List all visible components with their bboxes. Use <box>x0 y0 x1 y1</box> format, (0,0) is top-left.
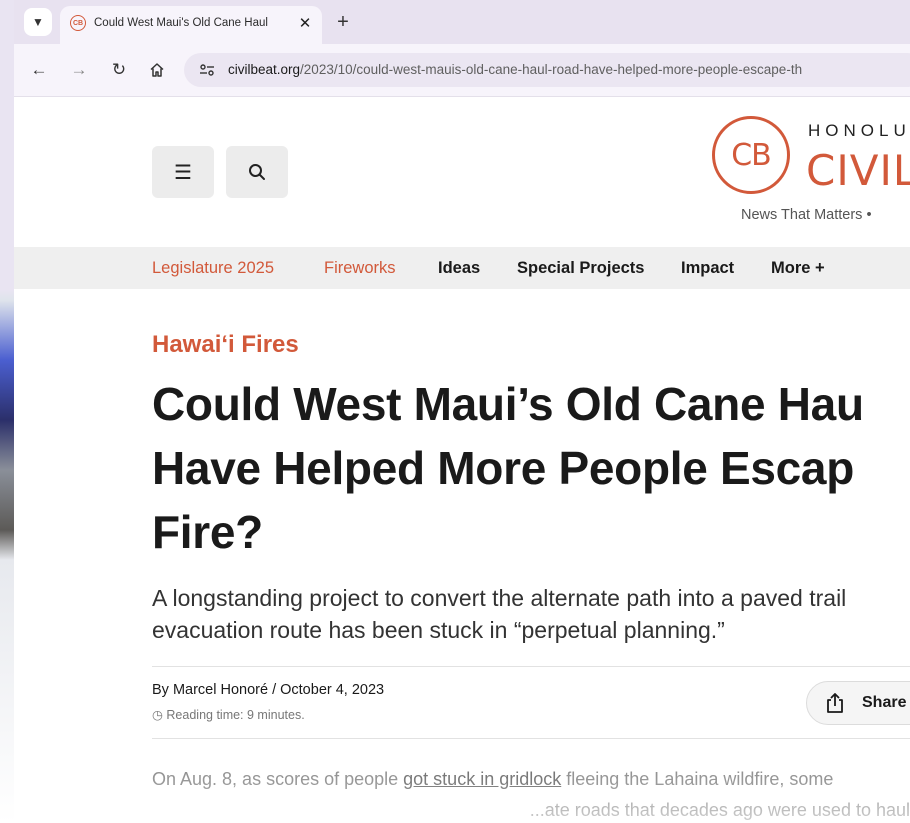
active-tab[interactable]: CB Could West Maui's Old Cane Haul ✕ <box>60 6 322 44</box>
nav-item-more[interactable]: More + <box>771 259 825 278</box>
reload-icon: ↻ <box>111 60 127 79</box>
forward-button[interactable]: → <box>66 57 92 83</box>
divider <box>152 738 910 739</box>
chevron-down-icon: ▼ <box>32 15 44 29</box>
url-domain: civilbeat.org <box>228 62 301 77</box>
background-window <box>0 0 14 823</box>
close-icon[interactable]: ✕ <box>294 12 316 34</box>
browser-toolbar: ← → ↻ civilbeat.org/2023/10/could-west-m… <box>14 44 910 97</box>
url-path: /2023/10/could-west-mauis-old-cane-haul-… <box>300 62 803 77</box>
nav-item-legislature-2025[interactable]: Legislature 2025 <box>152 259 274 278</box>
arrow-right-icon: → <box>70 60 88 79</box>
share-label: Share <box>862 694 907 711</box>
article-kicker[interactable]: Hawai‘i Fires <box>152 331 299 359</box>
article-dek: A longstanding project to convert the al… <box>152 582 910 646</box>
address-bar[interactable]: civilbeat.org/2023/10/could-west-mauis-o… <box>184 53 910 87</box>
reading-time: ◷ Reading time: 9 minutes. <box>152 707 305 722</box>
nav-item-fireworks[interactable]: Fireworks <box>324 259 396 278</box>
article-headline: Could West Maui’s Old Cane Hau Have Help… <box>152 372 910 564</box>
search-icon <box>249 164 265 180</box>
nav-item-ideas[interactable]: Ideas <box>438 259 480 278</box>
tab-list-button[interactable]: ▼ <box>24 8 52 36</box>
nav-item-special-projects[interactable]: Special Projects <box>517 259 644 278</box>
home-button[interactable] <box>144 57 170 83</box>
favicon-icon: CB <box>70 15 86 31</box>
back-button[interactable]: ← <box>26 57 52 83</box>
article-byline: By Marcel Honoré / October 4, 2023 <box>152 682 385 698</box>
clock-icon: ◷ <box>152 708 163 722</box>
nav-item-impact[interactable]: Impact <box>681 259 734 278</box>
tab-strip: ▼ CB Could West Maui's Old Cane Haul ✕ + <box>14 0 910 44</box>
headline-line: Have Helped More People Escap <box>152 442 855 494</box>
site-logo-top-line[interactable]: HONOLU <box>808 121 910 141</box>
arrow-left-icon: ← <box>30 60 48 79</box>
home-icon <box>150 63 164 77</box>
share-icon <box>827 693 843 713</box>
reload-button[interactable]: ↻ <box>106 57 132 83</box>
new-tab-button[interactable]: + <box>330 9 356 35</box>
headline-line: Fire? <box>152 506 263 558</box>
gridlock-link[interactable]: got stuck in gridlock <box>403 769 561 789</box>
dek-line: evacuation route has been stuck in “perp… <box>152 617 725 643</box>
site-logo-name[interactable]: CIVIL <box>806 146 910 195</box>
url-text[interactable]: civilbeat.org/2023/10/could-west-mauis-o… <box>228 62 802 77</box>
divider <box>152 666 910 667</box>
tab-title: Could West Maui's Old Cane Haul <box>94 17 268 29</box>
headline-line: Could West Maui’s Old Cane Hau <box>152 378 864 430</box>
search-button[interactable] <box>226 146 288 198</box>
dek-line: A longstanding project to convert the al… <box>152 585 847 611</box>
site-settings-icon[interactable] <box>196 60 218 80</box>
hamburger-menu-icon: ☰ <box>174 161 192 184</box>
site-tagline: News That Matters • <box>741 207 872 223</box>
browser-window: ▼ CB Could West Maui's Old Cane Haul ✕ +… <box>14 0 910 823</box>
section-nav: Legislature 2025 Fireworks Ideas Special… <box>14 247 910 289</box>
menu-button[interactable]: ☰ <box>152 146 214 198</box>
body-text: On Aug. 8, as scores of people <box>152 769 404 789</box>
article-body-line: ...ate roads that decades ago were used … <box>529 800 910 820</box>
plus-icon: + <box>337 10 349 33</box>
body-text: fleeing the Lahaina wildfire, some <box>561 769 834 789</box>
reading-time-text: Reading time: 9 minutes. <box>166 708 305 722</box>
article-body-line: On Aug. 8, as scores of people got stuck… <box>152 769 833 790</box>
site-logo-mark[interactable]: CB <box>712 116 790 194</box>
share-button[interactable]: Share <box>806 681 910 725</box>
